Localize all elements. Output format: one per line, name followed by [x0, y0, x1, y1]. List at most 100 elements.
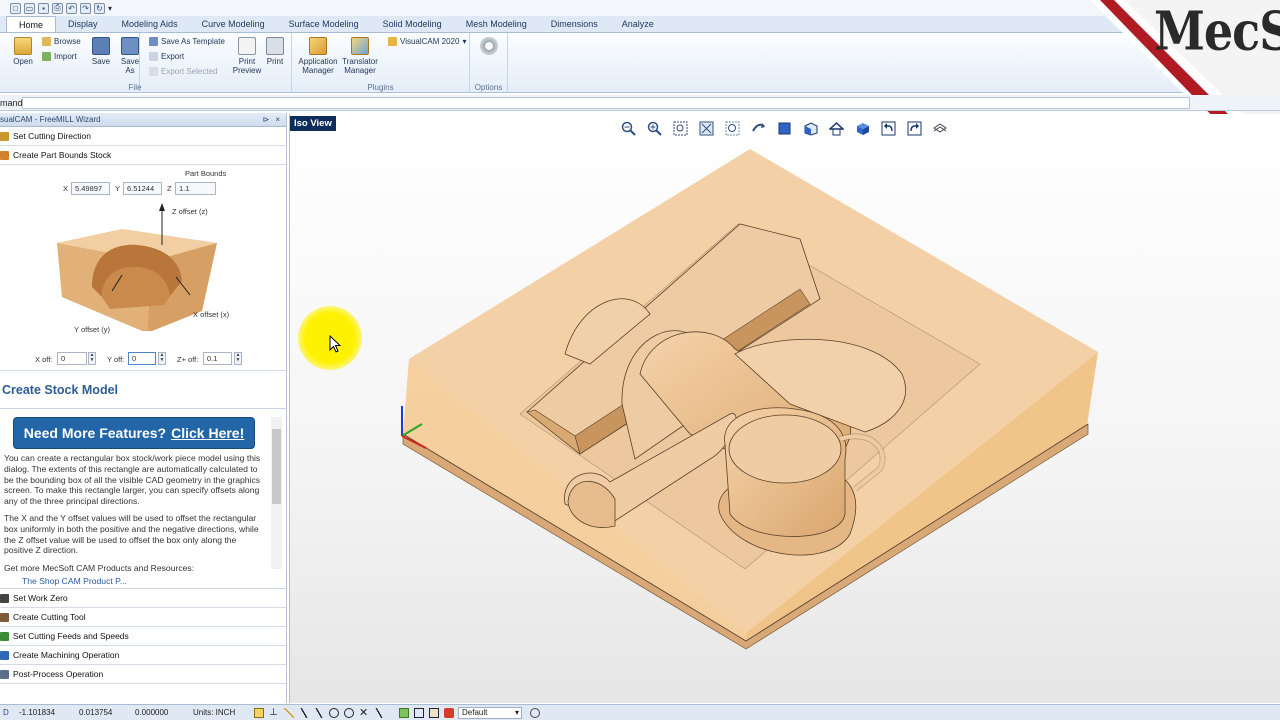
layer-icon[interactable] — [399, 707, 409, 718]
pin-icon[interactable]: ⊳ — [263, 115, 270, 124]
bound-y-field: 6.51244 — [123, 182, 162, 195]
options-button[interactable] — [478, 37, 500, 57]
command-input[interactable] — [22, 96, 1190, 109]
wizard-step-set-work-zero[interactable]: Set Work Zero — [0, 589, 286, 608]
y-offset-stepper[interactable]: ▲ ▼ — [158, 352, 166, 365]
export-button[interactable]: Export — [149, 52, 184, 61]
translator-manager-button[interactable]: Translator Manager — [340, 37, 380, 75]
material-icon[interactable] — [444, 707, 454, 718]
wizard-step-create-machining-operation[interactable]: Create Machining Operation — [0, 646, 286, 665]
template-icon — [149, 37, 158, 46]
qat-dropdown-icon[interactable]: ▾ — [108, 4, 112, 13]
import-icon — [42, 52, 51, 61]
settings-icon[interactable] — [530, 707, 540, 718]
tab-display[interactable]: Display — [56, 16, 110, 32]
open-button[interactable]: Open — [10, 37, 36, 66]
z-offset-stepper[interactable]: ▲ ▼ — [234, 352, 242, 365]
mid-snap-icon[interactable] — [314, 707, 324, 718]
tab-home[interactable]: Home — [6, 16, 57, 32]
tab-curve-modeling[interactable]: Curve Modeling — [190, 16, 277, 32]
quad-snap-icon[interactable] — [344, 707, 354, 718]
step-label: Create Part Bounds Stock — [13, 150, 112, 160]
wizard-step-set-cutting-direction[interactable]: Set Cutting Direction — [0, 127, 286, 146]
create-stock-model-header: Create Stock Model — [0, 371, 286, 409]
import-label: Import — [54, 52, 77, 61]
step-icon — [0, 150, 9, 160]
redo-icon[interactable]: ↷ — [80, 2, 91, 14]
y-offset-input[interactable]: 0 — [128, 352, 156, 365]
x-offset-caption: X offset (x) — [193, 310, 230, 319]
save-icon[interactable]: ▪ — [38, 2, 49, 14]
wizard-step-set-cutting-feeds-and-speeds[interactable]: Set Cutting Feeds and Speeds — [0, 627, 286, 646]
wizard-steps-top: Set Cutting Direction Create Part Bounds … — [0, 127, 286, 165]
export-selected-label: Export Selected — [161, 67, 218, 76]
x-offset-stepper[interactable]: ▲ ▼ — [88, 352, 96, 365]
line-snap-icon[interactable] — [284, 707, 294, 718]
bound-y-label: Y — [115, 184, 121, 193]
click-here-link[interactable]: Click Here! — [171, 425, 244, 441]
import-button[interactable]: Import — [42, 52, 77, 61]
tab-surface-modeling[interactable]: Surface Modeling — [277, 16, 371, 32]
tab-solid-modeling[interactable]: Solid Modeling — [371, 16, 454, 32]
center-snap-icon[interactable] — [329, 707, 339, 718]
step-label: Set Work Zero — [13, 593, 68, 603]
tab-analyze[interactable]: Analyze — [610, 16, 666, 32]
step-label: Create Machining Operation — [13, 650, 120, 660]
z-offset-input[interactable]: 0.1 — [203, 352, 232, 365]
ribbon-group-export: Save As Template Export Export Selected — [140, 33, 230, 93]
print-icon[interactable]: ⎙ — [52, 2, 63, 14]
export-selected-button[interactable]: Export Selected — [149, 67, 217, 76]
print-button[interactable]: Print — [262, 37, 288, 66]
puzzle-icon — [309, 37, 327, 55]
visualcam-icon — [388, 37, 397, 46]
open-label: Open — [13, 57, 33, 66]
printer-icon — [266, 37, 284, 55]
tab-mesh-modeling[interactable]: Mesh Modeling — [454, 16, 539, 32]
y-offset-label: Y off: — [107, 355, 125, 364]
refresh-icon[interactable]: ↻ — [94, 2, 105, 14]
help-scroll-thumb[interactable] — [272, 429, 281, 504]
tab-dimensions[interactable]: Dimensions — [539, 16, 610, 32]
object-properties-icon[interactable] — [414, 707, 424, 718]
tab-modeling-aids[interactable]: Modeling Aids — [110, 16, 190, 32]
save-button[interactable]: Save — [88, 37, 114, 66]
grid-snap-icon[interactable] — [254, 707, 264, 718]
close-icon[interactable]: × — [275, 115, 280, 124]
wizard-step-post-process-operation[interactable]: Post-Process Operation — [0, 665, 286, 684]
end-snap-icon[interactable] — [299, 707, 309, 718]
help-link-shopcam[interactable]: The Shop CAM Product P... — [22, 576, 284, 587]
z-offset-label: Z+ off: — [177, 355, 199, 364]
cta-text: Need More Features? — [23, 425, 167, 441]
intersection-snap-icon[interactable]: ✕ — [359, 707, 369, 718]
ribbon-tab-strip: Home Display Modeling Aids Curve Modeling Su… — [0, 16, 1280, 33]
ribbon-group-file: Open Browse Import Save Save As File — [0, 33, 141, 93]
x-offset-input[interactable]: 0 — [57, 352, 87, 365]
wizard-step-create-part-bounds-stock[interactable]: Create Part Bounds Stock — [0, 146, 286, 165]
step-label: Set Cutting Feeds and Speeds — [13, 631, 129, 641]
browse-button[interactable]: Browse — [42, 37, 81, 46]
save-as-label: Save As — [120, 57, 140, 75]
new-file-icon[interactable]: □ — [10, 2, 21, 14]
graphics-viewport[interactable]: Iso View — [289, 114, 1280, 703]
undo-icon[interactable]: ↶ — [66, 2, 77, 14]
wizard-step-create-cutting-tool[interactable]: Create Cutting Tool — [0, 608, 286, 627]
wizard-steps-bottom: Set Work Zero Create Cutting Tool Set Cutt… — [0, 589, 286, 684]
help-scrollbar[interactable] — [271, 417, 282, 569]
save-as-template-button[interactable]: Save As Template — [149, 37, 225, 46]
perp-snap-icon[interactable] — [374, 707, 384, 718]
color-icon[interactable] — [429, 707, 439, 718]
pin-down-icon[interactable]: ⊥ — [269, 707, 279, 718]
open-folder-icon[interactable]: ▭ — [24, 2, 35, 14]
step-icon — [0, 593, 9, 603]
browse-icon — [42, 37, 51, 46]
step-label: Post-Process Operation — [13, 669, 104, 679]
print-preview-button[interactable]: Print Preview — [232, 37, 262, 75]
visualcam-2020-menu[interactable]: VisualCAM 2020 ▾ — [388, 37, 466, 46]
need-more-features-banner[interactable]: Need More Features? Click Here! — [13, 417, 255, 449]
bound-z-field: 1.1 — [175, 182, 216, 195]
application-manager-button[interactable]: Application Manager — [297, 37, 339, 75]
layer-combo[interactable]: Default ▾ — [458, 706, 522, 719]
status-y: 0.013754 — [79, 707, 113, 717]
snap-toolbar: ⊥ ✕ — [254, 707, 454, 718]
translator-icon — [351, 37, 369, 55]
